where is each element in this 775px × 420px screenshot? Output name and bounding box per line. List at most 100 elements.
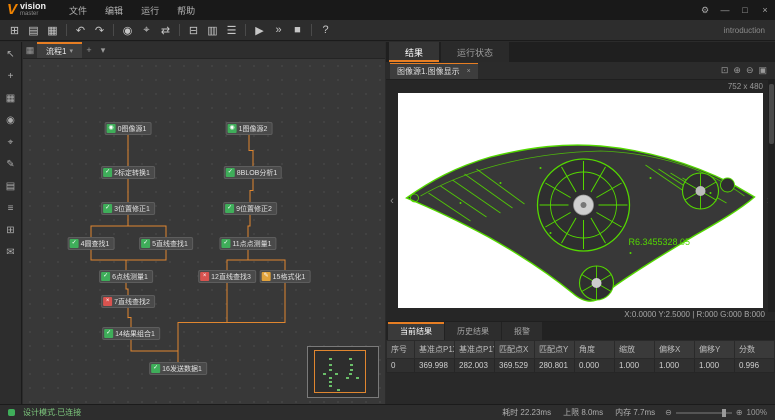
result-panel-tabs: 结果运行状态 (386, 42, 775, 62)
flow-editor: ▦ 流程1 ▾ + ▾ ◉0图像源1✓2标定转换1✓3位置修正1✓4圆查找1✓5… (23, 42, 385, 404)
fit-view-icon[interactable]: ⊡ (721, 65, 729, 76)
settings-button[interactable]: ⚙ (695, 0, 715, 20)
right-panel: 结果运行状态 图像源1.图像显示 × ⊡⊕⊖▣ 752 x 480 ‹ (386, 42, 775, 404)
maximize-button[interactable]: □ (735, 0, 755, 20)
panel-tab-1[interactable]: 运行状态 (441, 42, 509, 62)
zoom-slider-handle[interactable] (722, 409, 726, 417)
close-button[interactable]: × (755, 0, 775, 20)
column-header-1: 基准点P1X (415, 341, 455, 359)
message-icon[interactable]: ✉ (3, 245, 19, 260)
flow-node-6[interactable]: ✓6点线测量1 (99, 270, 153, 283)
table-row[interactable]: 0369.998282.003369.529280.8010.0001.0001… (387, 359, 775, 373)
run-once-button[interactable]: ▶ (250, 22, 269, 39)
menu-item-0[interactable]: 文件 (60, 4, 96, 17)
position-tool-icon[interactable]: ⌖ (3, 135, 19, 150)
toolbar-separator (179, 24, 180, 36)
communication-icon[interactable]: ⇄ (156, 22, 175, 39)
flow-node-11[interactable]: ✓11点点测量1 (219, 237, 276, 250)
layout-icon[interactable]: ⊞ (3, 223, 19, 238)
help-icon[interactable]: ? (316, 22, 335, 39)
template-icon[interactable]: ▤ (3, 179, 19, 194)
camera-source-icon[interactable]: ◉ (3, 113, 19, 128)
node-label: 6点线测量1 (112, 272, 148, 282)
introduction-link[interactable]: introduction (724, 26, 765, 35)
process-list-icon[interactable]: ▦ (23, 45, 37, 56)
zoom-in-button[interactable]: ⊕ (736, 408, 743, 417)
flow-node-1[interactable]: ◉1图像源2 (226, 122, 273, 135)
menu-item-1[interactable]: 编辑 (96, 4, 132, 17)
add-module-icon[interactable]: + (3, 69, 19, 84)
global-trigger-icon[interactable]: ⌖ (137, 22, 156, 39)
flow-node-15[interactable]: ✎15格式化1 (260, 270, 311, 283)
select-tool-icon[interactable]: ↖ (3, 47, 19, 62)
module-list-icon[interactable]: ⊟ (184, 22, 203, 39)
run-continuous-button[interactable]: » (269, 22, 288, 39)
viewer-scrollbar-thumb[interactable] (769, 84, 774, 144)
camera-manager-icon[interactable]: ◉ (118, 22, 137, 39)
save-solution-icon[interactable]: ▦ (43, 22, 62, 39)
flow-node-5[interactable]: ✓5直线查找1 (139, 237, 193, 250)
image-subtab-row: 图像源1.图像显示 × ⊡ ⊕ ⊖ ▣ (386, 62, 775, 80)
stop-button[interactable]: ■ (288, 22, 307, 39)
data-queue-icon[interactable]: ▥ (203, 22, 222, 39)
zoom-out-button[interactable]: ⊖ (665, 408, 672, 417)
window-controls: ⚙—□× (695, 0, 775, 20)
image-viewer: ‹ (386, 93, 775, 308)
results-table-body: 0369.998282.003369.529280.8010.0001.0001… (387, 359, 775, 373)
undo-icon[interactable]: ↶ (71, 22, 90, 39)
minimap-node (329, 381, 332, 383)
flow-node-4[interactable]: ✓4圆查找1 (68, 237, 115, 250)
module-library-icon[interactable]: ▦ (3, 91, 19, 106)
flow-node-9[interactable]: ✓9位置修正2 (223, 202, 277, 215)
viewer-scrollbar[interactable] (768, 80, 775, 312)
viewer-toolbar: ⊡ ⊕ ⊖ ▣ (721, 65, 767, 76)
zoom-in-icon[interactable]: ⊕ (733, 65, 741, 76)
zoom-slider[interactable] (676, 412, 732, 414)
table-cell: 0.000 (575, 359, 615, 373)
open-solution-icon[interactable]: ▤ (24, 22, 43, 39)
flow-node-7[interactable]: ×7直线查找2 (101, 295, 155, 308)
process-menu-button[interactable]: ▾ (96, 45, 110, 56)
left-tool-strip: ↖ + ▦ ◉ ⌖ ✎ ▤ ≡ ⊞ ✉ (0, 42, 22, 404)
list-icon[interactable]: ≡ (3, 201, 19, 216)
flow-node-0[interactable]: ◉0图像源1 (105, 122, 152, 135)
column-header-6: 缩放 (615, 341, 655, 359)
zoom-out-icon[interactable]: ⊖ (746, 65, 754, 76)
process-tab[interactable]: 流程1 ▾ (37, 42, 82, 58)
node-status-icon: ✓ (226, 168, 235, 177)
redo-icon[interactable]: ↷ (90, 22, 109, 39)
menu-item-2[interactable]: 运行 (132, 4, 168, 17)
flow-node-12[interactable]: ×12直线查找3 (198, 270, 256, 283)
close-icon[interactable]: × (467, 68, 471, 75)
result-tab-1[interactable]: 历史结果 (445, 322, 501, 340)
flow-node-3[interactable]: ✓3位置修正1 (101, 202, 155, 215)
viewer-canvas[interactable]: R6.3455328 05 (398, 93, 763, 308)
flow-node-14[interactable]: ✓14结果组合1 (102, 327, 160, 340)
node-label: 2标定转换1 (114, 168, 150, 178)
flow-node-16[interactable]: ✓16发送数据1 (149, 362, 207, 375)
minimap[interactable] (307, 346, 379, 398)
table-cell: 280.801 (535, 359, 575, 373)
snapshot-icon[interactable]: ▣ (758, 65, 767, 76)
pixel-info-label: X:0.0000 Y:2.5000 | R:000 G:000 B:000 (624, 310, 765, 319)
flow-canvas[interactable]: ◉0图像源1✓2标定转换1✓3位置修正1✓4圆查找1✓5直线查找1✓6点线测量1… (23, 59, 385, 404)
minimap-viewport[interactable] (314, 350, 366, 393)
minimap-node (329, 385, 332, 387)
add-process-button[interactable]: + (82, 45, 96, 55)
result-tab-0[interactable]: 当前结果 (388, 322, 444, 340)
table-cell: 369.529 (495, 359, 535, 373)
minimap-node (337, 389, 340, 391)
results-table[interactable]: 序号基准点P1X基准点P1Y匹配点X匹配点Y角度缩放偏移X偏移Y分数 0369.… (386, 340, 775, 373)
menu-item-3[interactable]: 帮助 (168, 4, 204, 17)
annotation-tool-icon[interactable]: ✎ (3, 157, 19, 172)
panel-tab-0[interactable]: 结果 (389, 42, 439, 62)
minimize-button[interactable]: — (715, 0, 735, 20)
new-solution-icon[interactable]: ⊞ (5, 22, 24, 39)
inspection-image: R6.3455328 05 (398, 93, 763, 308)
prev-image-button[interactable]: ‹ (390, 195, 394, 207)
flow-node-8[interactable]: ✓8BLOB分析1 (224, 166, 282, 179)
global-variable-icon[interactable]: ☰ (222, 22, 241, 39)
result-tab-2[interactable]: 报警 (502, 322, 542, 340)
image-display-tab[interactable]: 图像源1.图像显示 × (390, 63, 478, 79)
flow-node-2[interactable]: ✓2标定转换1 (101, 166, 155, 179)
